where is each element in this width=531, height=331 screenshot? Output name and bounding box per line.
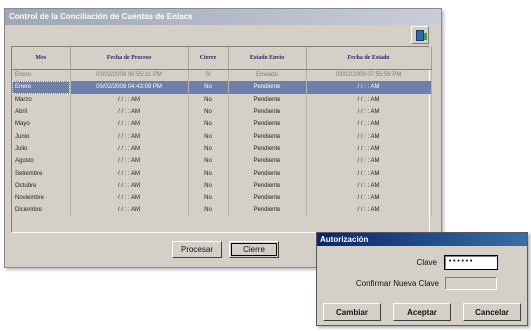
table-row[interactable]: Mayo / / : : AM No Pendiente / / : : AM: [12, 118, 432, 131]
cell-cierre: No: [188, 155, 229, 168]
cell-cierre: No: [188, 204, 229, 217]
cell-cierre: No: [188, 105, 229, 119]
cell-fecha-proceso: 03/02/2009 06:55:31 PM: [70, 69, 189, 82]
cell-cierre: No: [188, 142, 229, 156]
cell-cierre: No: [188, 167, 229, 180]
cell-cierre: No: [188, 93, 229, 106]
cell-estado-envio: Pendiente: [228, 81, 307, 94]
cell-estado-envio: Pendiente: [228, 155, 307, 168]
cell-fecha-estado: / / : : AM: [306, 179, 432, 192]
cell-fecha-estado: / / : : AM: [306, 105, 432, 119]
cell-cierre: No: [188, 179, 229, 192]
table-row[interactable]: Diciembre / / : : AM No Pendiente / / : : AM: [12, 204, 432, 217]
cell-mes: Enero: [12, 81, 71, 94]
cell-fecha-estado: 03/02/2009 07:55:59 PM: [306, 69, 432, 82]
col-header-fecha-estado[interactable]: Fecha de Estado: [306, 47, 432, 70]
cell-estado-envio: Pendiente: [228, 204, 307, 217]
cell-fecha-proceso: / / : : AM: [70, 142, 189, 156]
table-row[interactable]: Junio / / : : AM No Pendiente / / : : AM: [12, 130, 432, 143]
cell-fecha-estado: / / : : AM: [306, 130, 432, 143]
cell-cierre: Si: [188, 69, 229, 82]
cambiar-button[interactable]: Cambiar: [323, 303, 381, 321]
table-row[interactable]: Julio / / : : AM No Pendiente / / : : AM: [12, 142, 432, 156]
months-grid: Mes Fecha de Proceso Cierre Estado Envio…: [11, 46, 432, 233]
cell-estado-envio: Pendiente: [228, 191, 307, 205]
clave-field[interactable]: ••••••: [444, 255, 498, 270]
cierre-button[interactable]: Cierre: [229, 241, 279, 258]
cell-fecha-proceso: / / : : AM: [70, 105, 189, 119]
table-row[interactable]: Setiembre / / : : AM No Pendiente / / : : AM: [12, 167, 432, 180]
cell-mes: Marzo: [12, 93, 71, 106]
table-row[interactable]: Enero 05/02/2009 04:43:09 PM No Pendiente / …: [12, 81, 432, 94]
cell-fecha-estado: / / : : AM: [306, 191, 432, 205]
exit-door-icon: [416, 29, 427, 41]
cell-estado-envio: Pendiente: [228, 167, 307, 180]
cell-fecha-estado: / / : : AM: [306, 204, 432, 217]
cell-cierre: No: [188, 130, 229, 143]
table-row[interactable]: Agosto / / : : AM No Pendiente / / : : AM: [12, 155, 432, 168]
cell-mes: Diciembre: [12, 204, 71, 217]
clave-label: Clave: [416, 258, 437, 267]
cell-estado-envio: Pendiente: [228, 118, 307, 131]
table-header-row: Mes Fecha de Proceso Cierre Estado Envio…: [12, 47, 432, 70]
col-header-mes[interactable]: Mes: [12, 47, 71, 70]
cell-fecha-proceso: / / : : AM: [70, 204, 189, 217]
table-row[interactable]: Enero 03/02/2009 06:55:31 PM Si Enviado 03/0…: [12, 69, 432, 82]
table-row[interactable]: Abril / / : : AM No Pendiente / / : : AM: [12, 105, 432, 119]
table-row[interactable]: Octubre / / : : AM No Pendiente / / : : AM: [12, 179, 432, 192]
procesar-button[interactable]: Procesar: [172, 241, 222, 258]
col-header-cierre[interactable]: Cierre: [188, 47, 229, 70]
cell-mes: Noviembre: [12, 191, 71, 205]
exit-door-button[interactable]: [411, 26, 429, 44]
cell-estado-envio: Pendiente: [228, 105, 307, 119]
cell-fecha-proceso: / / : : AM: [70, 179, 189, 192]
cell-cierre: No: [188, 81, 229, 94]
cell-mes: Setiembre: [12, 167, 71, 180]
dialog-title: Autorización: [317, 233, 527, 246]
cell-estado-envio: Pendiente: [228, 142, 307, 156]
cell-fecha-estado: / / : : AM: [306, 81, 432, 94]
cell-estado-envio: Pendiente: [228, 93, 307, 106]
cell-mes: Abril: [12, 105, 71, 119]
cell-mes: Junio: [12, 130, 71, 143]
cell-fecha-proceso: / / : : AM: [70, 191, 189, 205]
cell-mes: Mayo: [12, 118, 71, 131]
col-header-fecha-proceso[interactable]: Fecha de Proceso: [70, 47, 189, 70]
cell-mes: Enero: [12, 69, 71, 82]
table-row[interactable]: Noviembre / / : : AM No Pendiente / / : : AM: [12, 191, 432, 205]
cell-fecha-estado: / / : : AM: [306, 155, 432, 168]
cell-mes: Octubre: [12, 179, 71, 192]
window-title: Control de la Conciliación de Cuentas de…: [5, 9, 441, 25]
cell-fecha-estado: / / : : AM: [306, 93, 432, 106]
cell-fecha-estado: / / : : AM: [306, 167, 432, 180]
cell-cierre: No: [188, 191, 229, 205]
cell-estado-envio: Pendiente: [228, 130, 307, 143]
cell-estado-envio: Enviado: [228, 69, 307, 82]
confirmar-clave-label: Confirmar Nueva Clave: [355, 279, 439, 288]
col-header-estado-envio[interactable]: Estado Envio: [228, 47, 307, 70]
cell-fecha-proceso: / / : : AM: [70, 130, 189, 143]
cell-fecha-proceso: / / : : AM: [70, 155, 189, 168]
table-row[interactable]: Marzo / / : : AM No Pendiente / / : : AM: [12, 93, 432, 106]
cell-fecha-proceso: / / : : AM: [70, 118, 189, 131]
months-table: Mes Fecha de Proceso Cierre Estado Envio…: [12, 47, 432, 217]
cell-fecha-estado: / / : : AM: [306, 118, 432, 131]
cell-fecha-estado: / / : : AM: [306, 142, 432, 156]
cell-cierre: No: [188, 118, 229, 131]
cell-mes: Julio: [12, 142, 71, 156]
confirmar-clave-field[interactable]: [445, 277, 497, 290]
cell-fecha-proceso: / / : : AM: [70, 93, 189, 106]
aceptar-button[interactable]: Aceptar: [393, 303, 451, 321]
cell-mes: Agosto: [12, 155, 71, 168]
cell-fecha-proceso: / / : : AM: [70, 167, 189, 180]
cell-estado-envio: Pendiente: [228, 179, 307, 192]
cancelar-button[interactable]: Cancelar: [463, 303, 521, 321]
cell-fecha-proceso: 05/02/2009 04:43:09 PM: [70, 81, 189, 94]
autorizacion-dialog: Autorización Clave •••••• Confirmar Nuev…: [316, 232, 528, 326]
